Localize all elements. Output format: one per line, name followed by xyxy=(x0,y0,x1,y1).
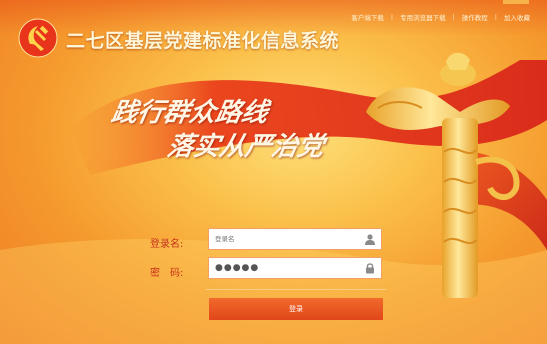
password-field[interactable]: ●●●●● xyxy=(208,257,382,279)
browser-download-link[interactable]: 专用浏览器下载 xyxy=(393,12,453,22)
link-separator: | xyxy=(494,13,497,21)
username-field xyxy=(208,228,382,250)
top-links: 客户端下载 | 专用浏览器下载 | 操作教程 | 加入收藏 xyxy=(344,12,537,22)
client-download-link[interactable]: 客户端下载 xyxy=(344,12,391,22)
add-favorite-link[interactable]: 加入收藏 xyxy=(497,12,537,22)
login-button[interactable]: 登录 xyxy=(209,298,383,320)
lock-icon xyxy=(359,258,381,278)
link-separator: | xyxy=(390,13,394,21)
party-emblem-icon xyxy=(18,18,58,58)
slogan-line-1: 践行群众路线 xyxy=(108,98,271,128)
huabiao-pillar-illustration xyxy=(366,52,520,298)
password-label: 密 码: xyxy=(150,268,184,279)
login-page: 二七区基层党建标准化信息系统 客户端下载 | 专用浏览器下载 | 操作教程 | … xyxy=(0,0,547,344)
form-divider xyxy=(206,289,386,290)
tutorial-link[interactable]: 操作教程 xyxy=(455,12,495,22)
user-icon xyxy=(359,229,381,249)
username-input[interactable] xyxy=(209,229,359,249)
password-input[interactable]: ●●●●● xyxy=(209,263,359,273)
site-title: 二七区基层党建标准化信息系统 xyxy=(66,30,340,52)
slogan-line-2: 落实从严治党 xyxy=(164,132,327,162)
username-label: 登录名: xyxy=(150,239,184,250)
link-separator: | xyxy=(452,13,455,21)
